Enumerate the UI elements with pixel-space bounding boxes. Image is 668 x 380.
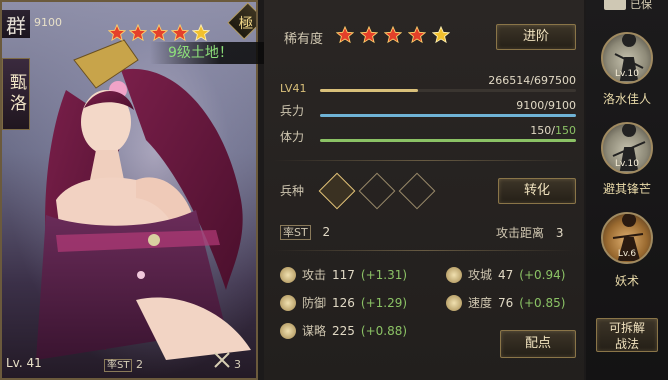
siege-value: 47 <box>498 267 514 282</box>
strategy-bonus: (+0.88) <box>360 323 408 338</box>
hero-portrait <box>36 39 251 360</box>
troops-bar-track <box>320 114 576 117</box>
range-row: 攻击距离 3 <box>496 224 563 241</box>
range-label: 攻击距离 <box>496 226 545 240</box>
skill-3-name: 妖术 <box>614 274 639 288</box>
crossed-weapons-icon <box>214 351 230 368</box>
skill-2-level: Lv.10 <box>615 159 639 169</box>
stamina-bar-fill <box>320 139 576 142</box>
split-label-2: 战法 <box>614 337 639 351</box>
power-value: 9100 <box>34 16 62 29</box>
card-star-rating <box>108 24 210 42</box>
skill-3-icon[interactable]: Lv.6 <box>601 212 653 264</box>
advance-button[interactable]: 进阶 <box>496 24 576 50</box>
siege-bonus: (+0.94) <box>519 267 566 282</box>
rarity-stars <box>336 26 450 44</box>
archer-arms-icon[interactable] <box>398 172 436 210</box>
rarity-label: 稀有度 <box>284 32 324 47</box>
rate-value: 2 <box>322 225 331 239</box>
divider <box>274 160 574 161</box>
star-icon <box>171 24 189 42</box>
star-icon <box>192 24 210 42</box>
attack-stat: 攻击 117 (+1.31) <box>280 266 407 283</box>
shield-arms-icon[interactable] <box>358 172 396 210</box>
siege-label: 攻城 <box>468 268 493 282</box>
xp-bar-track <box>320 89 576 92</box>
star-icon <box>129 24 147 42</box>
boot-icon <box>446 294 462 311</box>
star-icon <box>408 26 426 44</box>
castle-icon <box>446 266 462 283</box>
card-distance: 3 <box>212 348 241 371</box>
strategy-value: 225 <box>332 323 355 338</box>
divider <box>274 250 574 251</box>
speed-stat: 速度 76 (+0.85) <box>446 294 565 311</box>
hero-name: 甄洛 <box>2 58 30 130</box>
star-icon <box>150 24 168 42</box>
defense-value: 126 <box>332 295 355 310</box>
range-value: 3 <box>555 226 564 240</box>
faction-tag: 群 <box>2 10 30 38</box>
scroll-icon <box>280 322 296 339</box>
attack-label: 攻击 <box>302 268 327 282</box>
speed-value: 76 <box>498 295 514 310</box>
defense-label: 防御 <box>302 296 327 310</box>
skill-column: 已保 Lv.10 洛水佳人 Lv.10 避其锋芒 Lv.6 妖术 可拆解 战法 <box>586 0 668 380</box>
attack-bonus: (+1.31) <box>360 267 408 282</box>
strategy-stat: 谋略 225 (+0.88) <box>280 322 407 339</box>
defense-bonus: (+1.29) <box>360 295 408 310</box>
stamina-bar-track <box>320 139 576 142</box>
save-icon[interactable] <box>604 0 626 10</box>
allocate-points-button[interactable]: 配点 <box>500 330 576 358</box>
speed-label: 速度 <box>468 296 493 310</box>
star-icon <box>432 26 450 44</box>
card-distance-value: 3 <box>234 358 241 371</box>
star-icon <box>336 26 354 44</box>
card-rate-value: 2 <box>135 358 143 371</box>
save-status: 已保 <box>630 0 652 11</box>
cavalry-arms-icon[interactable] <box>318 172 356 210</box>
speed-bonus: (+0.85) <box>519 295 566 310</box>
skill-2-name: 避其锋芒 <box>602 182 651 196</box>
troops-value: 9100/9100 <box>516 99 576 112</box>
rate-label: 率ST <box>104 359 133 372</box>
skill-1-icon[interactable]: Lv.10 <box>601 32 653 84</box>
level-label: LV41 <box>280 82 307 95</box>
transform-button[interactable]: 转化 <box>498 178 576 204</box>
stamina-label: 体力 <box>280 130 305 144</box>
xp-value: 266514/697500 <box>488 74 576 87</box>
arms-label: 兵种 <box>280 184 305 198</box>
stamina-current: 150 <box>530 124 552 137</box>
arms-selector <box>318 172 436 210</box>
shield-icon <box>280 294 296 311</box>
troops-label: 兵力 <box>280 104 305 118</box>
stats-panel: 稀有度 进阶 LV41 266514/697500 兵力 9100/9100 体… <box>264 0 584 380</box>
strategy-label: 谋略 <box>302 324 327 338</box>
split-label: 可拆解 <box>608 321 645 335</box>
skill-1-level: Lv.10 <box>615 69 639 79</box>
card-rate: 率ST 2 <box>104 356 143 372</box>
stamina-value: 150/150 <box>530 124 576 137</box>
card-level: Lv. 41 <box>6 356 42 370</box>
skill-1-name: 洛水佳人 <box>602 92 651 106</box>
split-tactic-button[interactable]: 可拆解 战法 <box>596 318 658 352</box>
sword-icon <box>280 266 296 283</box>
skill-2-icon[interactable]: Lv.10 <box>601 122 653 174</box>
defense-stat: 防御 126 (+1.29) <box>280 294 407 311</box>
rate-label: 率ST <box>280 225 311 240</box>
xp-bar-fill <box>320 89 418 92</box>
star-icon <box>360 26 378 44</box>
skill-3-level: Lv.6 <box>617 249 637 259</box>
star-icon <box>108 24 126 42</box>
stamina-max: 150 <box>555 124 576 137</box>
troops-bar-fill <box>320 114 576 117</box>
attack-value: 117 <box>332 267 355 282</box>
star-icon <box>384 26 402 44</box>
siege-stat: 攻城 47 (+0.94) <box>446 266 565 283</box>
rate-row: 率ST 2 <box>280 224 330 240</box>
